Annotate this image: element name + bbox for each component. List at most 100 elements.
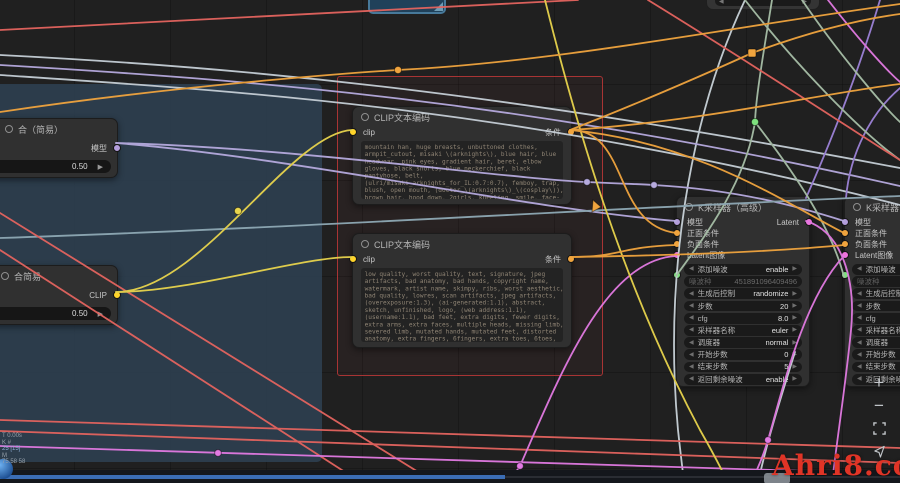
latent-input-slot[interactable]	[673, 251, 681, 259]
right-arrow-icon[interactable]: ▶	[98, 163, 103, 171]
left-arrow-icon[interactable]: ◀	[857, 303, 862, 309]
prompt-textarea[interactable]: low quality, worst quality, text, signat…	[361, 268, 563, 342]
left-arrow-icon[interactable]: ◀	[689, 291, 694, 297]
left-arrow-icon[interactable]: ◀	[689, 364, 694, 370]
node-ksampler-advanced-2[interactable]: K采样器（高级） 模型 正面条件 负面条件 Latent图像 ◀添加噪波enab…	[844, 196, 900, 387]
widget-add-noise[interactable]: ◀添加噪波enable▶	[852, 264, 900, 275]
clip-input-slot[interactable]	[349, 128, 357, 136]
widget-sampler-name[interactable]: ◀采样器名称euler▶	[852, 325, 900, 336]
clip-input-slot[interactable]	[349, 255, 357, 263]
node-editor-canvas[interactable]: ◀ ▶ 合（简易） 模型 0.50 ▶ 合简易 CLIP 0.50 ▶	[0, 0, 900, 483]
left-arrow-icon[interactable]: ◀	[857, 266, 862, 272]
widget-scheduler[interactable]: ◀调度器normal▶	[852, 337, 900, 348]
collapse-icon[interactable]	[685, 203, 693, 211]
left-arrow-icon[interactable]: ◀	[857, 315, 862, 321]
widget-control-after-generate[interactable]: ◀生成后控制randomize▶	[852, 288, 900, 299]
stats-line: 75.58 58	[2, 459, 25, 466]
model-output-slot[interactable]	[113, 144, 121, 152]
left-arrow-icon[interactable]: ◀	[857, 291, 862, 297]
video-progress-filled[interactable]	[0, 475, 505, 479]
noise-seed-input-slot[interactable]	[841, 271, 849, 279]
left-arrow-icon[interactable]: ◀	[857, 352, 862, 358]
node-titlebar[interactable]: 合简易	[0, 266, 117, 284]
right-arrow-icon[interactable]: ▶	[792, 327, 797, 333]
node-merge-model[interactable]: 合（简易） 模型 0.50 ▶	[0, 118, 118, 178]
widget-add-noise[interactable]: ◀添加噪波enable▶	[684, 264, 802, 275]
collapsed-node-top[interactable]	[368, 0, 446, 14]
node-titlebar[interactable]: 合（简易）	[0, 119, 117, 137]
latent-output-slot[interactable]	[805, 218, 813, 226]
collapse-icon[interactable]	[853, 203, 861, 211]
node-titlebar[interactable]: K采样器（高级）	[677, 197, 809, 215]
model-input-slot[interactable]	[673, 218, 681, 226]
node-titlebar[interactable]: CLIP文本编码	[353, 234, 571, 252]
left-arrow-icon[interactable]: ◀	[689, 303, 694, 309]
node-clip-encode-positive[interactable]: CLIP文本编码 clip 条件 mountain han, huge brea…	[352, 106, 572, 205]
node-titlebar[interactable]: CLIP文本编码	[353, 107, 571, 125]
right-arrow-icon[interactable]: ▶	[792, 303, 797, 309]
widget-partial[interactable]: ◀ ▶	[715, 0, 811, 6]
widget-start-step[interactable]: ◀开始步数0▶	[852, 349, 900, 360]
collapse-icon[interactable]	[5, 125, 13, 133]
zoom-in-button[interactable]: +	[870, 374, 888, 390]
collapse-icon[interactable]	[361, 240, 369, 248]
right-arrow-icon[interactable]: ▶	[792, 376, 797, 382]
node-clip-encode-negative[interactable]: CLIP文本编码 clip 条件 low quality, worst qual…	[352, 233, 572, 348]
canvas-toolbar[interactable]: + −	[866, 374, 892, 459]
node-titlebar[interactable]: K采样器（高级）	[845, 197, 900, 215]
right-arrow-icon[interactable]: ▶	[792, 340, 797, 346]
collapse-icon[interactable]	[1, 272, 9, 280]
conditioning-output-slot[interactable]	[567, 255, 575, 263]
collapse-icon[interactable]	[361, 113, 369, 121]
widget-cfg[interactable]: ◀cfg8.0▶	[852, 313, 900, 324]
model-input-slot[interactable]	[841, 218, 849, 226]
left-arrow-icon[interactable]: ◀	[689, 340, 694, 346]
widget-cfg[interactable]: ◀cfg8.0▶	[684, 313, 802, 324]
left-arrow-icon[interactable]: ◀	[857, 364, 862, 370]
widget-start-step[interactable]: ◀开始步数0▶	[684, 349, 802, 360]
widget-scheduler[interactable]: ◀调度器normal▶	[684, 337, 802, 348]
ratio-slider[interactable]: 0.50 ▶	[0, 307, 111, 320]
positive-input-slot[interactable]	[673, 229, 681, 237]
prompt-textarea[interactable]: mountain han, huge breasts, unbuttoned c…	[361, 141, 563, 199]
right-arrow-icon[interactable]: ▶	[802, 0, 807, 5]
conditioning-output-slot[interactable]	[567, 128, 575, 136]
left-arrow-icon[interactable]: ◀	[689, 327, 694, 333]
left-arrow-icon[interactable]: ◀	[689, 376, 694, 382]
left-arrow-icon[interactable]: ◀	[689, 315, 694, 321]
widget-noise-seed[interactable]: 噪波种451891096409496	[684, 276, 802, 287]
widget-sampler-name[interactable]: ◀采样器名称euler▶	[684, 325, 802, 336]
left-arrow-icon[interactable]: ◀	[689, 352, 694, 358]
positive-input-slot[interactable]	[841, 229, 849, 237]
widget-steps[interactable]: ◀步数20▶	[684, 301, 802, 312]
left-arrow-icon[interactable]: ◀	[857, 340, 862, 346]
node-merge-clip[interactable]: 合简易 CLIP 0.50 ▶	[0, 265, 118, 325]
fit-view-button[interactable]	[870, 420, 888, 436]
negative-input-slot[interactable]	[673, 240, 681, 248]
left-arrow-icon[interactable]: ◀	[689, 266, 694, 272]
right-arrow-icon[interactable]: ▶	[792, 364, 797, 370]
right-arrow-icon[interactable]: ▶	[792, 315, 797, 321]
widget-control-after-generate[interactable]: ◀生成后控制randomize▶	[684, 288, 802, 299]
widget-end-step[interactable]: ◀结束步数5▶	[684, 362, 802, 373]
right-arrow-icon[interactable]: ▶	[792, 266, 797, 272]
node-top-right-partial[interactable]: ◀ ▶	[706, 0, 820, 10]
node-ksampler-advanced-1[interactable]: K采样器（高级） 模型 Latent 正面条件 负面条件 Latent图像 ◀添…	[676, 196, 810, 387]
widget-end-step[interactable]: ◀结束步数5▶	[852, 362, 900, 373]
left-arrow-icon[interactable]: ◀	[719, 0, 724, 5]
ratio-slider[interactable]: 0.50 ▶	[0, 160, 111, 173]
right-arrow-icon[interactable]: ▶	[792, 291, 797, 297]
left-arrow-icon[interactable]: ◀	[857, 327, 862, 333]
widget-noise-seed[interactable]: 噪波种451891096409496	[852, 276, 900, 287]
widget-return-leftover-noise[interactable]: ◀返回剩余噪波enable▶	[684, 374, 802, 385]
widget-steps[interactable]: ◀步数20▶	[852, 301, 900, 312]
left-arrow-icon[interactable]: ◀	[857, 376, 862, 382]
clip-output-slot[interactable]	[113, 291, 121, 299]
latent-input-slot[interactable]	[841, 251, 849, 259]
noise-seed-input-slot[interactable]	[673, 271, 681, 279]
negative-input-slot[interactable]	[841, 240, 849, 248]
right-arrow-icon[interactable]: ▶	[98, 310, 103, 318]
right-arrow-icon[interactable]: ▶	[792, 352, 797, 358]
resize-handle-icon[interactable]	[434, 2, 443, 11]
zoom-out-button[interactable]: −	[870, 397, 888, 413]
